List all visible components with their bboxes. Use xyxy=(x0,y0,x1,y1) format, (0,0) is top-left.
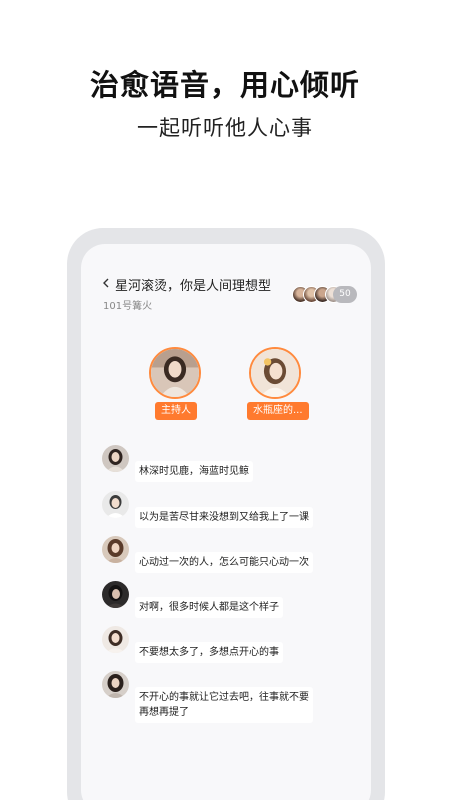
message-avatar[interactable] xyxy=(102,491,129,518)
chat-message: 对啊，很多时候人都是这个样子 xyxy=(135,597,283,618)
message-avatar[interactable] xyxy=(102,671,129,698)
user-portrait xyxy=(102,671,129,698)
chevron-left-icon[interactable] xyxy=(101,278,111,288)
message-avatar[interactable] xyxy=(102,445,129,472)
guest-portrait xyxy=(251,349,299,397)
chat-message: 心动过一次的人，怎么可能只心动一次 xyxy=(135,552,313,573)
room-title: 星河滚烫，你是人间理想型 xyxy=(115,279,272,294)
chat-message: 不开心的事就让它过去吧，往事就不要 再想再提了 xyxy=(135,687,313,723)
user-portrait xyxy=(102,536,129,563)
chat-message: 以为是苦尽甘来没想到又给我上了一课 xyxy=(135,507,313,528)
host-seat-label: 主持人 xyxy=(155,402,197,420)
message-avatar[interactable] xyxy=(102,626,129,653)
message-avatar[interactable] xyxy=(102,536,129,563)
phone-screen: 星河滚烫，你是人间理想型 101号篝火 50 主持人 水瓶座的... 林深时见鹿… xyxy=(81,244,371,800)
promo-headline: 治愈语音，用心倾听 xyxy=(89,68,360,102)
host-avatar[interactable] xyxy=(149,347,201,399)
user-portrait xyxy=(102,491,129,518)
host-portrait xyxy=(151,349,199,397)
user-portrait xyxy=(102,445,129,472)
promo-subline: 一起听听他人心事 xyxy=(137,116,313,140)
guest-avatar[interactable] xyxy=(249,347,301,399)
message-avatar[interactable] xyxy=(102,581,129,608)
user-portrait xyxy=(102,581,129,608)
user-portrait xyxy=(102,626,129,653)
chat-message: 林深时见鹿，海蓝时见鲸 xyxy=(135,461,253,482)
guest-seat-label: 水瓶座的... xyxy=(247,402,309,420)
room-subtitle: 101号篝火 xyxy=(103,301,153,312)
audience-count-badge: 50 xyxy=(333,286,357,303)
chat-message: 不要想太多了，多想点开心的事 xyxy=(135,642,283,663)
